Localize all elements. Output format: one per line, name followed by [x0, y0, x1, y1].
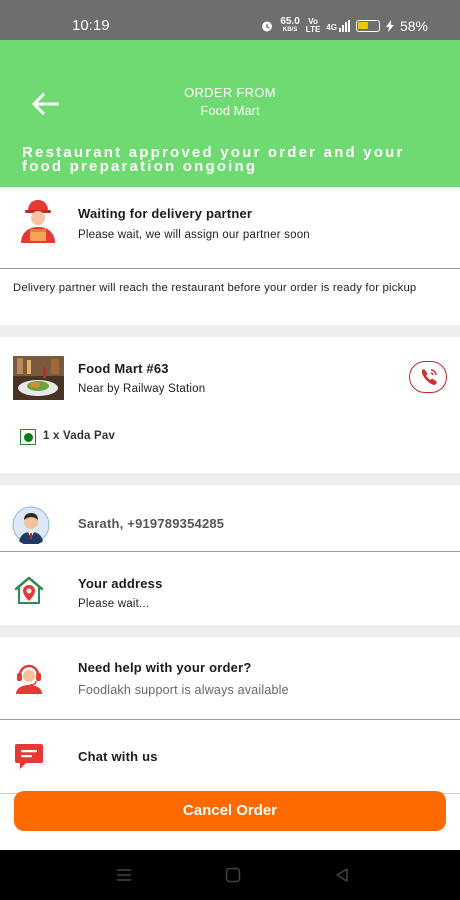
delivery-note: Delivery partner will reach the restaura… — [13, 282, 417, 294]
delivery-status-subtitle: Please wait, we will assign our partner … — [78, 229, 310, 241]
cancel-order-button[interactable]: Cancel Order — [14, 791, 446, 831]
order-header: ORDER FROM Food Mart Restaurant approved… — [0, 40, 460, 187]
signal-type: 4G — [326, 22, 337, 32]
chat-with-us-row[interactable]: Chat with us — [0, 735, 460, 779]
order-item: 1 x Vada Pav — [43, 430, 116, 442]
battery-percent: 58% — [399, 17, 428, 34]
avatar — [12, 506, 50, 549]
delivery-status-title: Waiting for delivery partner — [78, 206, 253, 221]
net-speed-value: 65.0 — [280, 16, 300, 27]
divider — [0, 719, 460, 720]
restaurant-name: Food Mart #63 — [78, 361, 169, 376]
net-speed: 65.0 KB/S — [280, 17, 299, 34]
support-agent-icon — [14, 662, 44, 699]
restaurant-location: Near by Railway Station — [78, 383, 206, 395]
help-subtitle: Foodlakh support is always available — [78, 683, 289, 697]
phone-icon — [422, 369, 437, 385]
home-location-icon — [13, 575, 45, 610]
chat-label: Chat with us — [78, 749, 158, 764]
order-from-label: ORDER FROM — [184, 85, 276, 100]
status-icons: 65.0 KB/S Vo LTE 4G 58% — [260, 17, 428, 34]
volte-indicator: Vo LTE — [305, 17, 321, 34]
order-status-message: Restaurant approved your order and your … — [22, 144, 405, 175]
net-speed-unit: KB/S — [282, 27, 298, 33]
address-title: Your address — [78, 576, 163, 591]
chat-icon — [14, 742, 44, 775]
recent-apps-icon[interactable] — [116, 867, 132, 883]
restaurant-name-header: Food Mart — [200, 103, 260, 118]
delivery-partner-icon — [19, 199, 57, 250]
section-separator — [0, 325, 460, 337]
volte-sub-label: LTE — [305, 24, 321, 34]
home-icon[interactable] — [225, 867, 241, 883]
signal-icon: 4G — [326, 19, 350, 32]
status-time: 10:19 — [72, 17, 110, 34]
section-separator — [0, 473, 460, 485]
alarm-icon — [262, 21, 273, 31]
section-separator — [0, 625, 460, 637]
battery-icon — [355, 19, 380, 32]
divider — [0, 268, 460, 269]
veg-icon — [20, 429, 36, 445]
restaurant-thumbnail — [13, 356, 64, 405]
call-restaurant-button[interactable] — [409, 361, 447, 393]
divider — [0, 551, 460, 552]
customer-name-phone: Sarath, +919789354285 — [78, 516, 225, 531]
system-navigation-bar — [0, 850, 460, 900]
help-title: Need help with your order? — [78, 660, 252, 675]
charging-icon — [385, 19, 394, 32]
address-subtitle: Please wait... — [78, 598, 150, 610]
back-nav-icon[interactable] — [334, 867, 350, 883]
status-bar: 10:19 65.0 KB/S Vo LTE 4G 58% — [0, 0, 460, 40]
